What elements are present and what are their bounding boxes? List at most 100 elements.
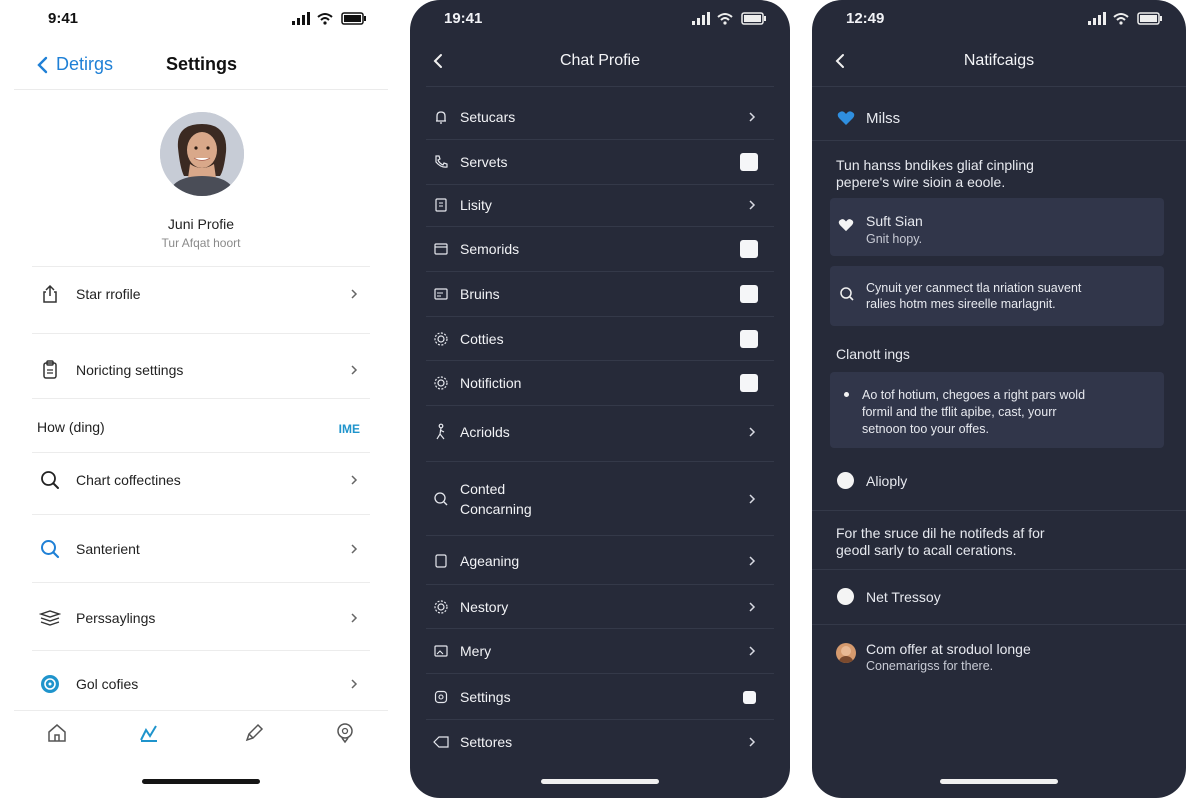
search-icon (426, 491, 456, 507)
radio-button[interactable] (837, 472, 854, 489)
row-label: Perssaylings (76, 610, 156, 626)
checkbox[interactable] (740, 285, 758, 303)
row-bruins[interactable]: Bruins (426, 283, 774, 305)
row-setucars[interactable]: Setucars (426, 106, 774, 128)
card-subtitle: Gnit hopy. (866, 232, 923, 246)
row-conted-concarning[interactable]: Conted Concarning (426, 478, 774, 520)
row-santerient[interactable]: Santerient (32, 529, 370, 569)
divider (426, 226, 774, 227)
checkbox[interactable] (740, 374, 758, 392)
tab-edit[interactable] (243, 722, 265, 749)
chevron-right-icon (740, 645, 764, 657)
gear-icon (426, 331, 456, 347)
status-time: 9:41 (48, 10, 79, 27)
tab-location[interactable] (334, 722, 356, 749)
home-indicator[interactable] (541, 779, 659, 784)
row-label: Cotties (460, 331, 504, 347)
detail-card[interactable]: Ao tof hotium, chegoes a right pars wold… (830, 372, 1164, 448)
chevron-right-icon (740, 736, 764, 748)
info-card[interactable]: Cynuit yer canmect tla nriation suavent … (830, 266, 1164, 326)
image-icon (426, 643, 456, 659)
row-label: Conted Concarning (460, 481, 532, 517)
row-settores[interactable]: Settores (426, 731, 774, 753)
divider (426, 360, 774, 361)
row-mery[interactable]: Mery (426, 640, 774, 662)
nav-bar: Detirgs Settings (14, 46, 388, 86)
divider (426, 584, 774, 585)
chevron-right-icon (740, 199, 764, 211)
row-label: Star rrofile (76, 286, 141, 302)
walk-icon (426, 423, 456, 441)
divider (426, 86, 774, 87)
settings-icon (426, 689, 456, 705)
divider (812, 140, 1186, 141)
chevron-right-icon (740, 555, 764, 567)
profile-subtitle: Tur Afqat hoort (161, 236, 241, 250)
avatar[interactable] (160, 112, 244, 196)
chart-icon (140, 725, 157, 742)
row-notification-settings[interactable]: Noricting settings (32, 350, 370, 390)
row-settings[interactable]: Settings (426, 686, 774, 708)
heart-icon (837, 111, 855, 125)
status-icons (1088, 12, 1164, 31)
card-line: Ao tof hotium, chegoes a right pars wold (862, 388, 1086, 402)
divider (32, 333, 370, 334)
tab-chart[interactable] (138, 722, 160, 749)
home-indicator[interactable] (142, 779, 260, 784)
divider (32, 582, 370, 583)
divider (426, 719, 774, 720)
status-bar: 9:41 (14, 9, 388, 29)
chevron-right-icon (344, 364, 364, 376)
tab-home[interactable] (46, 722, 68, 749)
row-nestory[interactable]: Nestory (426, 596, 774, 618)
card-line: ralies hotm mes sireelle marlagnit. (866, 297, 1056, 311)
checkbox[interactable] (740, 330, 758, 348)
status-bar: 12:49 (812, 9, 1186, 29)
card-icon (426, 286, 456, 302)
row-lisity[interactable]: Lisity (426, 194, 774, 216)
card-title: Suft Sian (866, 213, 923, 229)
row-star-profile[interactable]: Star rrofile (32, 274, 370, 314)
body-line: geodl sarly to acall cerations. (836, 542, 1017, 558)
footer-title: Com offer at sroduol longe (866, 641, 1031, 657)
chevron-right-icon (344, 288, 364, 300)
notification-card[interactable]: Suft Sian Gnit hopy. (830, 198, 1164, 256)
section-action-link[interactable]: IME (339, 422, 360, 436)
back-button[interactable]: Detirgs (36, 54, 113, 75)
section-header: How (ding) (37, 419, 105, 435)
divider (14, 89, 388, 90)
page-title: Natifcaigs (963, 52, 1035, 69)
row-servets[interactable]: Servets (426, 151, 774, 173)
row-label: Mery (460, 643, 492, 659)
page-title: Chat Profie (559, 52, 641, 69)
divider (426, 139, 774, 140)
tab-bar (14, 710, 388, 760)
back-label: Detirgs (56, 54, 114, 74)
checkbox[interactable] (740, 153, 758, 171)
row-cotties[interactable]: Cotties (426, 328, 774, 350)
search-icon (840, 287, 854, 301)
checkbox[interactable] (740, 240, 758, 258)
row-label: Settings (460, 689, 511, 705)
status-time: 12:49 (846, 10, 885, 27)
home-indicator[interactable] (940, 779, 1058, 784)
page-title: Settings (166, 54, 238, 74)
divider (426, 461, 774, 462)
bullet (844, 392, 849, 397)
phone-icon (426, 154, 456, 170)
row-semorids[interactable]: Semorids (426, 238, 774, 260)
gear-icon (426, 599, 456, 615)
search-icon (36, 470, 64, 490)
radio-button[interactable] (837, 588, 854, 605)
row-acriolds[interactable]: Acriolds (426, 421, 774, 443)
row-notifiction[interactable]: Notifiction (426, 372, 774, 394)
row-ageaning[interactable]: Ageaning (426, 550, 774, 572)
section-title: Milss (866, 110, 901, 127)
row-chart-coffectines[interactable]: Chart coffectines (32, 460, 370, 500)
chevron-right-icon (344, 543, 364, 555)
row-gol-cofies[interactable]: Gol cofies (32, 664, 370, 704)
row-perssaylings[interactable]: Perssaylings (32, 598, 370, 638)
divider (426, 628, 774, 629)
checkbox[interactable] (743, 690, 756, 704)
divider (426, 271, 774, 272)
